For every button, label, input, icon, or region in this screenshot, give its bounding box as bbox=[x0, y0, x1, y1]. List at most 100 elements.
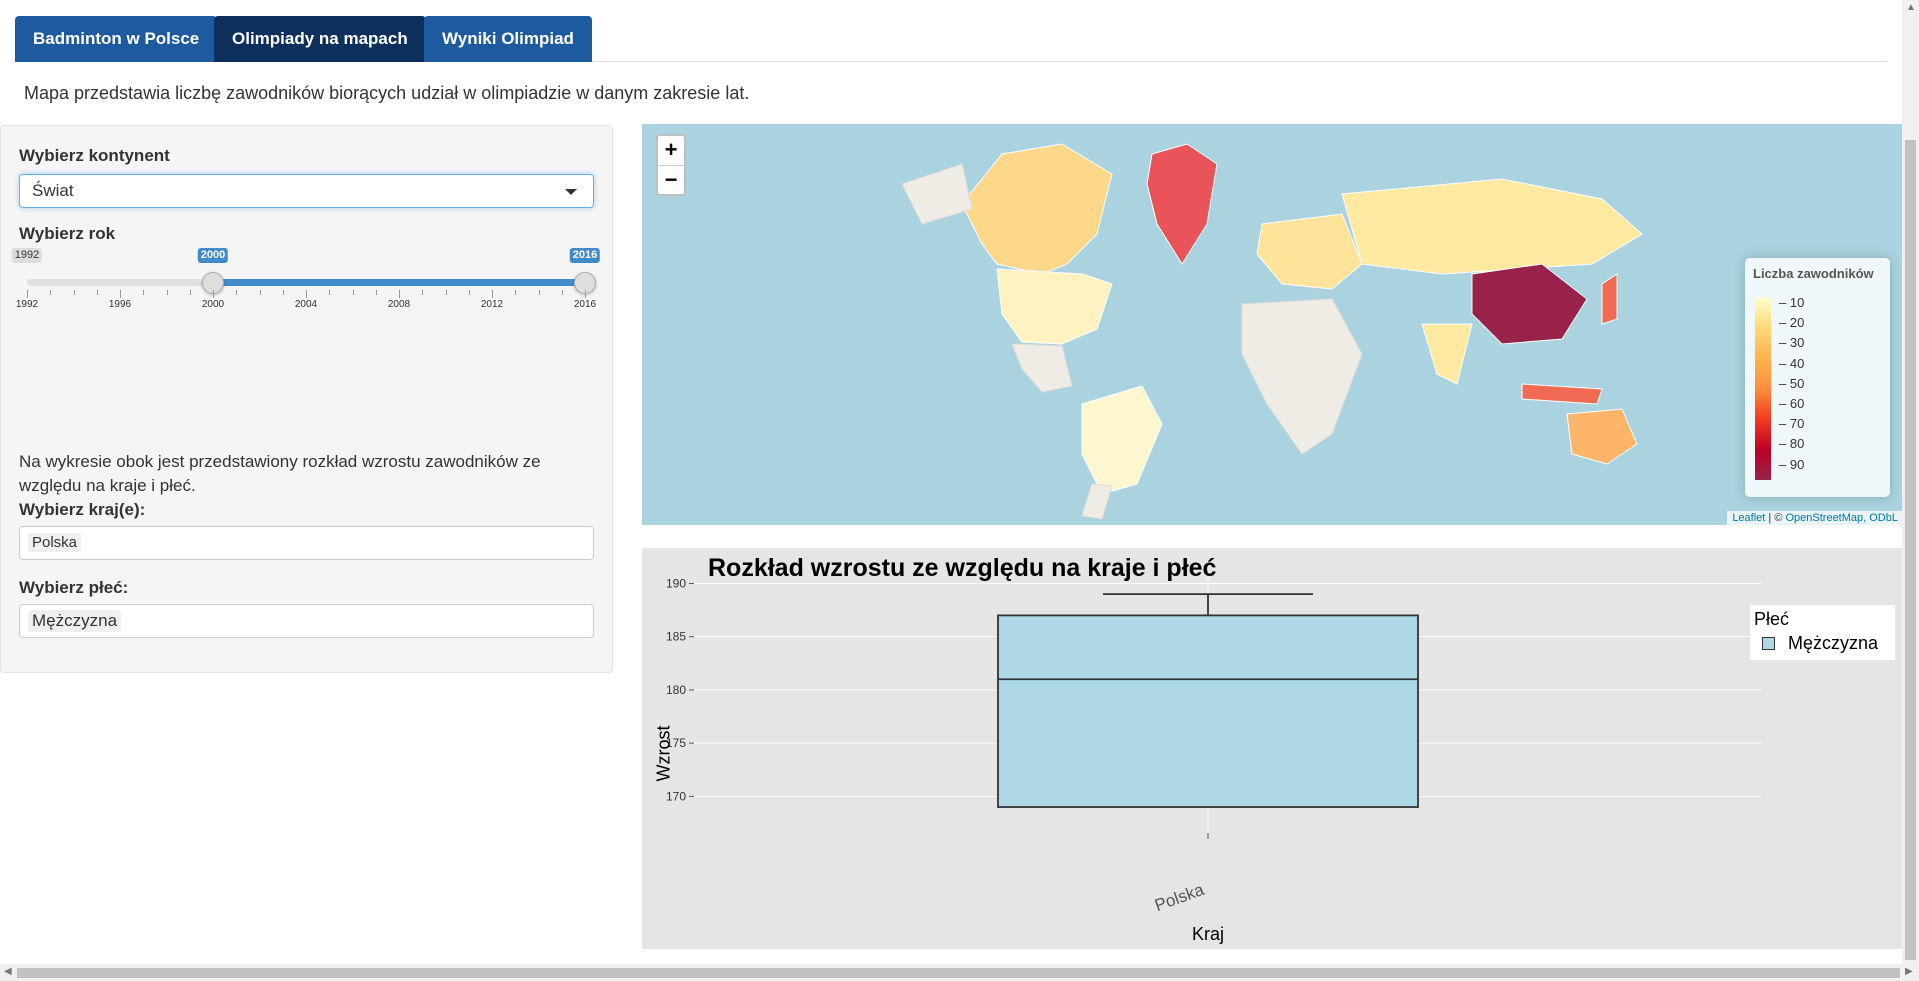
slider-tick bbox=[468, 290, 470, 295]
continent-label: Wybierz kontynent bbox=[19, 146, 170, 165]
slider-from-label: 2000 bbox=[197, 248, 229, 263]
country-russia bbox=[1341, 178, 1643, 275]
country-indonesia bbox=[1521, 383, 1603, 405]
country-alaska bbox=[901, 163, 973, 225]
map-attribution: Leaflet | © OpenStreetMap, ODbL bbox=[1727, 511, 1903, 525]
sex-chip[interactable]: Mężczyzna bbox=[28, 610, 122, 632]
scroll-left-icon[interactable]: ◀ bbox=[4, 966, 12, 977]
scroll-up-icon[interactable]: ▲ bbox=[1906, 2, 1916, 13]
slider-tick bbox=[96, 290, 98, 295]
y-axis-label: Wzrost bbox=[653, 725, 674, 782]
slider-tick bbox=[492, 290, 493, 298]
continent-select[interactable]: Świat bbox=[19, 174, 594, 208]
map-legend-label: – 90 bbox=[1779, 456, 1805, 472]
horizontal-scrollbar[interactable]: ◀ ▶ bbox=[0, 964, 1919, 981]
slider-tick-label: 1992 bbox=[15, 299, 39, 310]
vertical-scrollbar[interactable]: ▲ bbox=[1902, 0, 1919, 965]
zoom-out-button[interactable]: − bbox=[658, 165, 684, 194]
slider-tick bbox=[189, 290, 191, 295]
slider-tick bbox=[166, 290, 168, 295]
slider-tick bbox=[422, 290, 424, 295]
height-boxplot-chart: 170 175 180 185 190 Rozkład wzrostu ze wzglę… bbox=[642, 548, 1903, 949]
box-iqr bbox=[997, 614, 1419, 808]
sex-select[interactable]: Mężczyzna bbox=[19, 604, 594, 638]
continent-select-value: Świat bbox=[32, 181, 74, 200]
slider-tick bbox=[236, 290, 238, 295]
country-greenland bbox=[1146, 143, 1218, 265]
slider-tick bbox=[399, 290, 400, 298]
map-legend-label: – 40 bbox=[1779, 355, 1805, 371]
map-legend-label: – 70 bbox=[1779, 416, 1805, 432]
country-china bbox=[1471, 263, 1588, 345]
chart-legend-title: Płeć bbox=[1754, 609, 1790, 629]
map-legend-title: Liczba zawodników bbox=[1753, 266, 1874, 281]
slider-tick bbox=[143, 290, 145, 295]
country-chip[interactable]: Polska bbox=[28, 533, 82, 552]
slider-tick-label: 2004 bbox=[294, 299, 318, 310]
slider-tick-label: 2012 bbox=[480, 299, 504, 310]
y-tick-label: 190 bbox=[666, 576, 686, 590]
tab-olimpiady-na-mapach[interactable]: Olimpiady na mapach bbox=[214, 16, 426, 62]
country-brazil bbox=[1081, 385, 1163, 495]
slider-tick bbox=[213, 290, 214, 298]
slider-tick bbox=[445, 290, 447, 295]
map-legend: Liczba zawodników – 10 – 20 – 30 – 40 – 50 – … bbox=[1745, 258, 1890, 497]
slider-tick-label: 1996 bbox=[108, 299, 132, 310]
scroll-right-icon[interactable]: ▶ bbox=[1905, 966, 1913, 977]
slider-tick bbox=[515, 290, 517, 295]
country-label: Wybierz kraj(e): bbox=[19, 500, 146, 519]
vertical-scroll-thumb[interactable] bbox=[1905, 140, 1916, 960]
country-argentina bbox=[1081, 483, 1113, 520]
slider-tick-label: 2008 bbox=[387, 299, 411, 310]
country-select[interactable]: Polska bbox=[19, 526, 594, 560]
year-label: Wybierz rok bbox=[19, 224, 116, 243]
map-legend-label: – 60 bbox=[1779, 396, 1805, 411]
caret-down-icon bbox=[565, 189, 577, 195]
slider-tick bbox=[282, 290, 284, 295]
slider-tick bbox=[73, 290, 75, 295]
slider-tick bbox=[561, 290, 563, 295]
legend-swatch bbox=[1762, 637, 1775, 650]
year-slider[interactable]: 1992 2000 2016 1992 1996 2000 2004 2008 2012 2… bbox=[11, 248, 601, 310]
country-mexico bbox=[1011, 343, 1073, 393]
y-tick-label: 170 bbox=[666, 789, 686, 803]
chart-legend: Płeć Mężczyzna bbox=[1750, 605, 1895, 660]
tab-bar: Badminton w Polsce Olimpiady na mapach W… bbox=[15, 16, 1887, 62]
country-canada bbox=[961, 143, 1113, 275]
slider-tick-label: 2000 bbox=[201, 299, 225, 310]
country-europe bbox=[1256, 213, 1363, 290]
sidebar-panel: Wybierz kontynent Świat Wybierz rok 1992… bbox=[0, 125, 613, 673]
y-tick-label: 180 bbox=[666, 683, 686, 697]
country-india bbox=[1421, 323, 1473, 385]
choropleth-map[interactable]: + − Liczba zawodników – 10 – 20 – 30 – 40 – … bbox=[642, 124, 1903, 525]
slider-tick bbox=[538, 290, 540, 295]
chart-description: Na wykresie obok jest przedstawiony rozk… bbox=[19, 452, 541, 495]
slider-tick-label: 2016 bbox=[573, 299, 597, 310]
sex-label: Wybierz płeć: bbox=[19, 578, 129, 597]
slider-selected-range bbox=[213, 279, 585, 286]
zoom-in-button[interactable]: + bbox=[658, 136, 684, 165]
slider-tick bbox=[27, 290, 28, 298]
country-australia bbox=[1566, 408, 1638, 465]
x-axis-label: Kraj bbox=[1192, 924, 1225, 944]
map-legend-label: – 30 bbox=[1779, 335, 1805, 351]
country-africa bbox=[1241, 298, 1363, 455]
slider-tick bbox=[259, 290, 261, 295]
leaflet-link[interactable]: Leaflet bbox=[1732, 512, 1765, 524]
tab-wyniki-olimpiad[interactable]: Wyniki Olimpiad bbox=[424, 16, 592, 62]
osm-link[interactable]: OpenStreetMap, ODbL bbox=[1785, 512, 1898, 524]
slider-to-label: 2016 bbox=[569, 248, 601, 263]
slider-tick bbox=[306, 290, 307, 298]
slider-tick bbox=[352, 290, 354, 295]
slider-tick bbox=[375, 290, 377, 295]
tab-badminton-w-polsce[interactable]: Badminton w Polsce bbox=[15, 16, 218, 62]
chart-title: Rozkład wzrostu ze względu na kraje i pł… bbox=[708, 554, 1217, 582]
world-map-shapes bbox=[901, 143, 1643, 520]
horizontal-scroll-thumb[interactable] bbox=[17, 968, 1900, 978]
country-japan bbox=[1601, 273, 1618, 325]
map-legend-label: – 10 bbox=[1779, 295, 1805, 310]
legend-entry-label[interactable]: Mężczyzna bbox=[1788, 633, 1878, 654]
zoom-control: + − bbox=[656, 134, 686, 196]
slider-tick bbox=[50, 290, 52, 295]
y-tick-label: 185 bbox=[666, 630, 686, 644]
